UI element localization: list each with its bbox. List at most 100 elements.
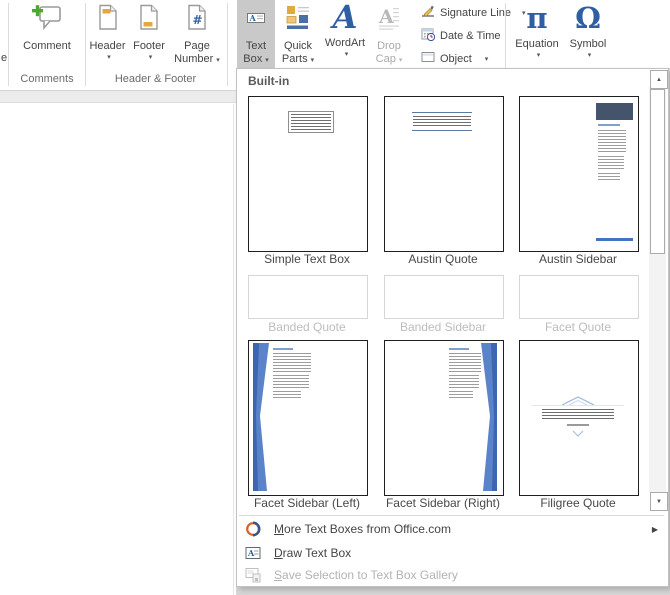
submenu-arrow-icon: ▶: [652, 525, 658, 534]
gallery-item-facet-sidebar-right[interactable]: [384, 340, 504, 496]
menu-item-draw-text-box[interactable]: A Draw Text Box: [238, 541, 670, 565]
gallery-item-label: Austin Quote: [378, 252, 508, 266]
wordart-icon: A: [333, 1, 358, 37]
page-number-label-line2: Number▾: [174, 53, 220, 67]
gallery-item-banded-quote[interactable]: [248, 275, 368, 319]
header-button[interactable]: Header ▾: [87, 1, 128, 67]
dropdown-arrow-icon: ▾: [485, 55, 489, 63]
facet-right-band: [385, 341, 501, 493]
dropdown-arrow-icon: ▾: [216, 57, 220, 64]
quick-parts-icon: [286, 1, 310, 40]
menu-item-more-text-boxes[interactable]: More Text Boxes from Office.com ▶: [238, 517, 670, 541]
comment-button-label: Comment: [23, 40, 71, 53]
gallery-item-simple-text-box[interactable]: [248, 96, 368, 252]
scroll-up-button[interactable]: ▲: [650, 70, 668, 89]
gallery-item-facet-sidebar-left[interactable]: [248, 340, 368, 496]
quick-parts-label-line2: Parts▾: [282, 53, 314, 67]
equation-pi-icon: π: [526, 1, 547, 38]
object-button[interactable]: Object ▾: [421, 49, 488, 68]
gallery-item-label: Banded Quote: [242, 320, 372, 334]
gallery-item-label: Banded Sidebar: [378, 320, 508, 334]
group-separator: [8, 3, 9, 86]
signature-line-icon: [421, 4, 435, 21]
group-separator: [85, 3, 86, 86]
gallery-item-banded-sidebar[interactable]: [384, 275, 504, 319]
dropdown-arrow-icon: ▾: [311, 57, 315, 64]
wordart-label: WordArt: [325, 37, 365, 50]
scroll-up-icon: ▲: [656, 77, 662, 83]
text-box-label-line1: Text: [246, 40, 266, 53]
text-box-icon: A: [246, 1, 266, 40]
menu-item-label: More Text Boxes from Office.com: [274, 522, 451, 536]
symbol-button[interactable]: Ω Symbol ▾: [563, 1, 613, 67]
austin-sidebar-preview: [596, 103, 633, 120]
dropdown-arrow-icon: ▾: [588, 51, 592, 59]
document-edge-line: [233, 104, 234, 595]
office-com-icon: [245, 521, 261, 537]
footer-icon: [139, 1, 159, 40]
gallery-scrollbar-thumb[interactable]: [650, 89, 665, 254]
quick-parts-button[interactable]: Quick Parts▾: [277, 1, 319, 67]
svg-text:A: A: [378, 6, 394, 28]
footer-button[interactable]: Footer ▾: [129, 1, 169, 67]
menu-item-label: Save Selection to Text Box Gallery: [274, 568, 458, 582]
quick-parts-label-line1: Quick: [284, 40, 312, 53]
dropdown-arrow-icon: ▾: [265, 57, 269, 64]
signature-line-label: Signature Line: [440, 7, 511, 19]
menu-separator: [239, 515, 664, 516]
drop-cap-label-line1: Drop: [377, 40, 401, 53]
header-button-label: Header: [89, 40, 125, 53]
scroll-down-icon: ▼: [656, 499, 662, 505]
dropdown-arrow-icon: ▾: [537, 51, 541, 59]
save-gallery-icon: [245, 567, 261, 583]
comment-button[interactable]: Comment: [13, 1, 81, 67]
gallery-item-label: Facet Sidebar (Left): [242, 496, 372, 510]
equation-button[interactable]: π Equation ▾: [512, 1, 562, 67]
gallery-item-label: Austin Sidebar: [513, 252, 643, 266]
word-insert-ribbon-textbox-gallery: e Comment Comments Header ▾: [0, 0, 670, 595]
scroll-down-button[interactable]: ▼: [650, 492, 668, 511]
svg-text:A: A: [247, 548, 255, 558]
page-number-button[interactable]: # Page Number▾: [170, 1, 224, 67]
gallery-item-austin-sidebar[interactable]: [519, 96, 639, 252]
gallery-item-facet-quote[interactable]: [519, 275, 639, 319]
footer-button-label: Footer: [133, 40, 165, 53]
date-time-button[interactable]: Date & Time: [421, 26, 501, 45]
symbol-label: Symbol: [570, 38, 607, 51]
text-box-button[interactable]: A Text Box▾: [237, 0, 275, 68]
new-comment-icon: [31, 1, 63, 40]
menu-item-label: Draw Text Box: [274, 546, 351, 560]
dropdown-arrow-icon: ▾: [107, 53, 111, 61]
wordart-button[interactable]: A WordArt ▾: [321, 1, 369, 67]
gallery-item-filigree-quote[interactable]: [519, 340, 639, 496]
symbol-omega-icon: Ω: [575, 1, 601, 38]
gallery-item-label: Facet Quote: [513, 320, 643, 334]
gallery-item-label: Filigree Quote: [513, 496, 643, 510]
signature-line-button[interactable]: Signature Line ▾: [421, 3, 525, 22]
gallery-item-austin-quote[interactable]: [384, 96, 504, 252]
group-label-header-footer: Header & Footer: [87, 73, 224, 85]
drop-cap-label-line2: Cap▾: [376, 53, 403, 67]
drop-cap-icon: A: [378, 1, 400, 40]
dropdown-arrow-icon: ▾: [149, 53, 153, 61]
text-box-label-line2: Box▾: [243, 53, 268, 67]
svg-text:A: A: [249, 13, 257, 23]
dropdown-arrow-icon: ▾: [345, 50, 349, 58]
clipped-ribbon-text: e: [1, 52, 7, 64]
date-time-label: Date & Time: [440, 30, 501, 42]
text-box-gallery-panel: Built-in ▲ ▼ Simple Text Box Austin Quot…: [236, 68, 669, 587]
simple-text-box-preview: [288, 111, 334, 133]
group-label-comments: Comments: [13, 73, 81, 85]
draw-text-box-icon: A: [245, 545, 261, 561]
drop-cap-button[interactable]: A Drop Cap▾: [369, 1, 409, 67]
date-time-icon: [421, 27, 435, 44]
dropdown-arrow-icon: ▾: [399, 57, 403, 64]
austin-quote-preview: [412, 112, 472, 131]
gallery-item-label: Simple Text Box: [242, 252, 372, 266]
group-separator: [227, 3, 228, 86]
equation-label: Equation: [515, 38, 558, 51]
filigree-ornament-bottom: [571, 430, 585, 437]
menu-item-save-selection[interactable]: Save Selection to Text Box Gallery: [238, 565, 670, 584]
svg-text:#: #: [193, 13, 203, 27]
page-number-icon: #: [187, 1, 207, 40]
